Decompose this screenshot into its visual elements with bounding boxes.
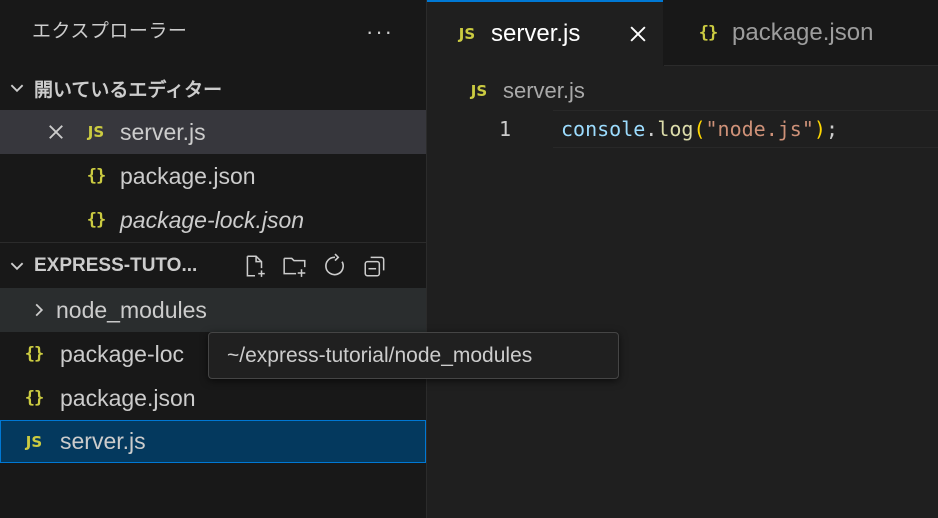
chevron-down-icon <box>4 253 30 279</box>
close-icon[interactable] <box>625 21 651 47</box>
breadcrumb[interactable]: JS server.js <box>467 76 585 106</box>
explorer-title: エクスプローラー <box>32 21 188 42</box>
project-actions <box>240 248 390 284</box>
path-tooltip: ~/express-tutorial/node_modules <box>208 332 619 379</box>
json-file-icon: {} <box>86 210 106 230</box>
section-divider <box>0 242 426 243</box>
code-token-object: console <box>561 117 646 141</box>
code-token-open-paren: ( <box>693 117 706 141</box>
breadcrumb-file[interactable]: server.js <box>503 78 585 104</box>
code-token-string: "node.js" <box>705 117 814 141</box>
json-file-icon: {} <box>24 388 44 408</box>
collapse-all-icon <box>364 256 385 277</box>
line-number: 1 <box>498 117 511 141</box>
new-folder-icon <box>283 257 306 277</box>
tab-label: package.json <box>732 18 874 46</box>
tab-label: server.js <box>491 20 581 47</box>
tab-server-js[interactable]: JS server.js <box>427 0 663 66</box>
open-editor-item-server-js[interactable]: JS server.js <box>0 110 426 154</box>
open-editor-label: package.json <box>120 162 256 189</box>
editor-tab-bar: JS server.js {} package.json <box>427 0 938 66</box>
code-editor[interactable]: JS server.js 1 console.log("node.js"); <box>427 66 938 518</box>
tree-item-label: node_modules <box>56 296 207 323</box>
explorer-sidebar: エクスプローラー ··· 開いているエディター JS server.js {} … <box>0 0 426 518</box>
code-line[interactable]: console.log("node.js"); <box>561 112 838 146</box>
js-file-icon: JS <box>25 432 43 451</box>
tree-item-server-js[interactable]: JS server.js <box>0 420 426 463</box>
tree-item-label: package-loc <box>60 340 185 367</box>
open-editor-label: package-lock.json <box>120 206 305 233</box>
vscode-window: エクスプローラー ··· 開いているエディター JS server.js {} … <box>0 0 938 518</box>
tooltip-text: ~/express-tutorial/node_modules <box>227 343 533 367</box>
new-file-button[interactable] <box>240 251 270 281</box>
code-token-close-paren: ) <box>813 117 826 141</box>
code-token-dot: . <box>645 117 658 141</box>
collapse-all-button[interactable] <box>360 251 390 281</box>
refresh-icon <box>325 253 344 276</box>
tree-item-label: package.json <box>60 384 196 411</box>
chevron-down-icon <box>4 75 30 101</box>
open-editor-item-package-json[interactable]: {} package.json <box>0 154 426 198</box>
tree-item-node-modules[interactable]: node_modules <box>0 288 426 332</box>
new-file-icon <box>246 255 265 277</box>
refresh-button[interactable] <box>320 251 350 281</box>
json-file-icon: {} <box>86 166 106 186</box>
js-file-icon: JS <box>470 82 488 100</box>
open-editors-label: 開いているエディター <box>34 79 223 101</box>
more-actions-button[interactable]: ··· <box>362 16 398 48</box>
js-file-icon: JS <box>458 25 476 43</box>
project-folder-label: EXPRESS-TUTO... <box>34 255 198 276</box>
open-editor-label: server.js <box>120 118 206 145</box>
close-icon[interactable] <box>44 120 68 144</box>
json-file-icon: {} <box>698 22 718 43</box>
new-folder-button[interactable] <box>280 251 310 281</box>
code-token-semicolon: ; <box>825 117 838 141</box>
tree-item-label: server.js <box>60 428 146 454</box>
tree-item-package-json[interactable]: {} package.json <box>0 376 426 420</box>
code-token-function: log <box>657 117 694 141</box>
chevron-right-icon <box>26 297 52 323</box>
open-editor-item-package-lock-json[interactable]: {} package-lock.json <box>0 198 426 242</box>
open-editors-header[interactable]: 開いているエディター <box>0 66 426 110</box>
json-file-icon: {} <box>24 344 44 364</box>
tab-package-json[interactable]: {} package.json <box>664 0 938 66</box>
js-file-icon: JS <box>87 123 105 141</box>
